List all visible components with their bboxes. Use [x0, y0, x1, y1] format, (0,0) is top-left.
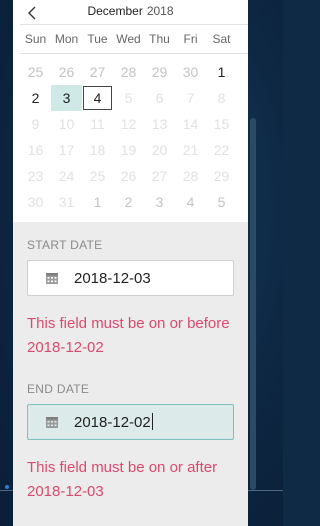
- calendar-day[interactable]: 27: [144, 163, 175, 189]
- background-dot: [5, 485, 9, 489]
- text-caret: [151, 413, 153, 430]
- calendar-day[interactable]: 9: [20, 111, 51, 137]
- calendar-day[interactable]: 3: [51, 85, 82, 111]
- calendar-day[interactable]: 24: [51, 163, 82, 189]
- calendar-day[interactable]: 1: [206, 59, 237, 85]
- calendar-day[interactable]: 29: [206, 163, 237, 189]
- calendar-day[interactable]: 14: [175, 111, 206, 137]
- calendar-day[interactable]: 2: [113, 189, 144, 215]
- start-date-error: This field must be on or before 2018-12-…: [27, 315, 230, 356]
- calendar-icon: [42, 412, 62, 432]
- end-date-value: 2018-12-02: [74, 413, 153, 431]
- calendar-day[interactable]: 19: [113, 137, 144, 163]
- weekday-label: Sun: [24, 32, 47, 46]
- weekday-label: Sat: [212, 32, 231, 46]
- calendar-day[interactable]: 5: [206, 189, 237, 215]
- calendar-day[interactable]: 28: [113, 59, 144, 85]
- calendar-day[interactable]: 11: [82, 111, 113, 137]
- start-date-input[interactable]: 2018-12-03: [27, 260, 234, 296]
- calendar-day[interactable]: 16: [20, 137, 51, 163]
- calendar-day[interactable]: 10: [51, 111, 82, 137]
- days-grid: 25 26 27 28 29 30 1 2 3 4 5 6 7 8 9 10 11 12 13 14 15 16 17 18 1…: [20, 59, 248, 215]
- calendar-day[interactable]: 29: [144, 59, 175, 85]
- calendar-day[interactable]: 15: [206, 111, 237, 137]
- year: 2018: [146, 4, 174, 18]
- date-range-panel: December 2018 Sun Mon Tue Wed Thu Fri Sat 25 26 2…: [13, 0, 248, 526]
- calendar-day[interactable]: 17: [51, 137, 82, 163]
- month-title: December 2018: [13, 4, 248, 18]
- calendar-day[interactable]: 4: [175, 189, 206, 215]
- start-date-label: START DATE: [27, 238, 103, 252]
- weekday-label: Mon: [54, 32, 79, 46]
- month-name: December: [87, 4, 143, 18]
- calendar-day[interactable]: 5: [113, 85, 144, 111]
- weekday-header: Sun Mon Tue Wed Thu Fri Sat: [20, 24, 248, 54]
- end-date-section: END DATE 2018-12-02: [13, 382, 248, 440]
- calendar-day[interactable]: 25: [82, 163, 113, 189]
- calendar-day[interactable]: 31: [51, 189, 82, 215]
- start-date-section: START DATE 2018-12-03: [13, 238, 248, 296]
- calendar-day[interactable]: 2: [20, 85, 51, 111]
- start-date-value: 2018-12-03: [74, 269, 151, 287]
- calendar-day[interactable]: 25: [20, 59, 51, 85]
- weekday-label: Wed: [116, 32, 141, 46]
- weekday-label: Fri: [183, 32, 198, 46]
- calendar-day[interactable]: 22: [206, 137, 237, 163]
- calendar-day[interactable]: 4: [82, 85, 113, 111]
- calendar-day[interactable]: 12: [113, 111, 144, 137]
- end-date-text: 2018-12-02: [74, 414, 151, 431]
- calendar-day[interactable]: 1: [82, 189, 113, 215]
- end-date-error: This field must be on or after 2018-12-0…: [27, 459, 218, 500]
- calendar-day[interactable]: 26: [51, 59, 82, 85]
- calendar-day[interactable]: 30: [20, 189, 51, 215]
- calendar-header: December 2018: [13, 0, 248, 24]
- calendar-day[interactable]: 8: [206, 85, 237, 111]
- calendar-day[interactable]: 23: [20, 163, 51, 189]
- weekday-label: Thu: [149, 32, 170, 46]
- calendar-day[interactable]: 3: [144, 189, 175, 215]
- calendar-day[interactable]: 27: [82, 59, 113, 85]
- end-date-input[interactable]: 2018-12-02: [27, 404, 234, 440]
- calendar-day[interactable]: 20: [144, 137, 175, 163]
- calendar-day[interactable]: 30: [175, 59, 206, 85]
- calendar-day[interactable]: 26: [113, 163, 144, 189]
- calendar-icon: [42, 268, 62, 288]
- calendar-day[interactable]: 6: [144, 85, 175, 111]
- end-date-label: END DATE: [27, 382, 90, 396]
- calendar-day[interactable]: 7: [175, 85, 206, 111]
- calendar: December 2018 Sun Mon Tue Wed Thu Fri Sat 25 26 2…: [13, 0, 248, 222]
- calendar-day[interactable]: 21: [175, 137, 206, 163]
- calendar-day[interactable]: 18: [82, 137, 113, 163]
- background-scrollbar[interactable]: [250, 118, 256, 490]
- calendar-day[interactable]: 28: [175, 163, 206, 189]
- weekday-label: Tue: [87, 32, 108, 46]
- calendar-day[interactable]: 13: [144, 111, 175, 137]
